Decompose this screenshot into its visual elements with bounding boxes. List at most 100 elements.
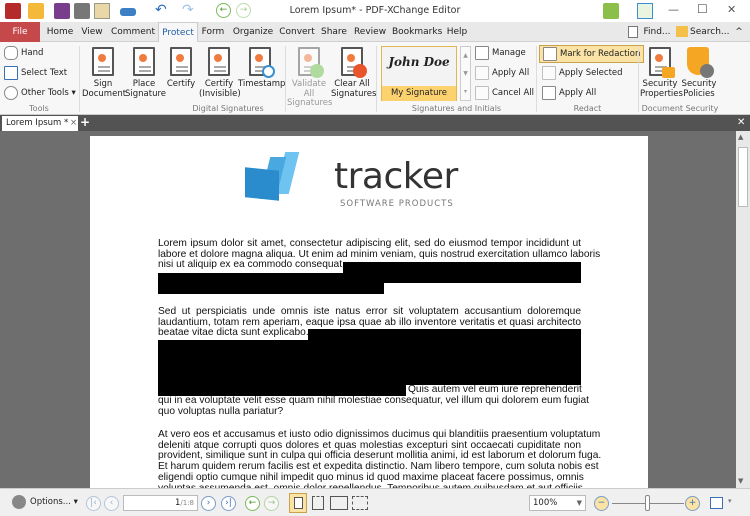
cancel-all-signatures-button[interactable]: Cancel All xyxy=(475,84,534,102)
open-folder-icon[interactable] xyxy=(28,3,44,19)
cancel-all-icon xyxy=(475,85,489,100)
close-document-icon[interactable]: ✕ xyxy=(737,115,745,131)
pdf-page[interactable]: tracker SOFTWARE PRODUCTS Lorem ipsum do… xyxy=(90,136,648,496)
vertical-scrollbar[interactable]: ▲ ▼ xyxy=(736,131,750,488)
select-text-icon xyxy=(4,65,18,80)
page-number-input[interactable]: 1/1:8 xyxy=(123,495,198,511)
first-page-button[interactable]: |‹ xyxy=(86,496,101,511)
next-page-button[interactable]: › xyxy=(201,496,216,511)
page-layout-icon[interactable] xyxy=(710,497,723,509)
continuous-facing-view-button[interactable] xyxy=(352,496,368,510)
previous-page-button[interactable]: ‹ xyxy=(104,496,119,511)
signature-gallery-item[interactable]: John Doe My Signature xyxy=(381,46,457,101)
certify-button[interactable]: Certify xyxy=(164,46,198,90)
find-button[interactable]: Find... xyxy=(642,22,672,42)
continuous-view-button[interactable] xyxy=(312,496,324,510)
redaction-block[interactable] xyxy=(158,273,581,283)
single-page-view-button[interactable] xyxy=(289,493,307,513)
back-icon[interactable]: ← xyxy=(216,3,231,18)
tab-organize[interactable]: Organize xyxy=(231,22,275,42)
text-line: labore et dolore magna aliqua. Ut enim a… xyxy=(158,248,601,260)
redaction-block[interactable] xyxy=(158,340,581,385)
tab-form[interactable]: Form xyxy=(199,22,227,42)
document-tab[interactable]: Lorem Ipsum * × xyxy=(2,116,78,131)
zoom-slider-thumb[interactable] xyxy=(645,495,650,511)
save-icon[interactable] xyxy=(54,3,70,19)
minimize-button[interactable]: — xyxy=(668,3,679,16)
text-line: qui in ea voluptate velit esse quam nihi… xyxy=(158,395,589,406)
signature-name: My Signature xyxy=(382,86,456,101)
tab-comment[interactable]: Comment xyxy=(108,22,158,42)
redaction-block[interactable] xyxy=(308,329,581,340)
next-view-button[interactable]: → xyxy=(264,496,279,511)
tab-protect[interactable]: Protect xyxy=(158,22,198,43)
print-icon[interactable] xyxy=(74,3,90,19)
scroll-down-icon[interactable]: ▼ xyxy=(738,477,743,485)
place-signature-icon xyxy=(129,46,159,78)
find-icon xyxy=(628,26,638,38)
tab-file[interactable]: File xyxy=(0,22,40,42)
search-button[interactable]: Search... xyxy=(690,22,730,42)
tab-bookmarks[interactable]: Bookmarks xyxy=(392,22,442,42)
timestamp-button[interactable]: Timestamp xyxy=(238,46,285,90)
ui-options-icon[interactable] xyxy=(603,3,619,19)
validate-signatures-icon xyxy=(294,46,324,78)
layout-dropdown-icon[interactable]: ▾ xyxy=(728,497,732,505)
text-line: At vero eos et accusamus et iusto odio d… xyxy=(158,429,601,440)
zoom-out-button[interactable]: − xyxy=(594,496,609,511)
document-workspace: tracker SOFTWARE PRODUCTS Lorem ipsum do… xyxy=(0,131,750,496)
tab-view[interactable]: View xyxy=(78,22,106,42)
divider xyxy=(536,46,537,112)
certify-invisible-button[interactable]: Certify (Invisible) xyxy=(199,46,241,99)
zoom-select[interactable]: 100% ▼ xyxy=(529,495,586,511)
manage-signatures-button[interactable]: Manage xyxy=(475,44,526,62)
fullscreen-icon[interactable] xyxy=(637,3,653,19)
tab-review[interactable]: Review xyxy=(352,22,388,42)
security-policies-button[interactable]: Security Policies xyxy=(680,46,718,99)
group-label-redact: Redact xyxy=(573,104,602,113)
email-icon[interactable] xyxy=(94,3,110,19)
sign-document-button[interactable]: Sign Document xyxy=(82,46,126,99)
facing-view-button[interactable] xyxy=(330,496,348,510)
apply-all-redactions-button[interactable]: Apply All xyxy=(542,84,596,102)
redaction-block[interactable] xyxy=(158,283,384,294)
previous-view-button[interactable]: ← xyxy=(245,496,260,511)
redaction-block[interactable] xyxy=(343,262,581,273)
ribbon: Hand Select Text Other Tools ▾ Tools Sig… xyxy=(0,42,750,115)
select-text-button[interactable]: Select Text xyxy=(4,64,67,82)
tab-home[interactable]: Home xyxy=(44,22,76,42)
close-tab-icon[interactable]: × xyxy=(70,116,77,130)
last-page-button[interactable]: ›| xyxy=(221,496,236,511)
forward-icon[interactable]: → xyxy=(236,3,251,18)
collapse-ribbon-button[interactable]: ^ xyxy=(733,22,745,42)
other-tools-button[interactable]: Other Tools ▾ xyxy=(4,84,76,102)
apply-all-signatures-button[interactable]: Apply All xyxy=(475,64,529,82)
validate-all-signatures-button[interactable]: Validate All Signatures xyxy=(287,46,332,109)
hand-icon xyxy=(4,45,18,60)
redo-icon[interactable]: ↷ xyxy=(182,2,194,18)
zoom-in-button[interactable]: + xyxy=(685,496,700,511)
hand-tool-button[interactable]: Hand xyxy=(4,44,43,62)
text-line: Sed ut perspiciatis unde omnis iste natu… xyxy=(158,306,581,317)
clear-all-signatures-button[interactable]: Clear All Signatures xyxy=(331,46,376,99)
scroll-up-icon[interactable]: ▲ xyxy=(738,133,743,141)
scan-icon[interactable] xyxy=(120,8,136,16)
close-button[interactable]: ✕ xyxy=(727,3,736,16)
maximize-button[interactable]: ☐ xyxy=(697,2,708,16)
gallery-scroll[interactable]: ▲ ▼ ▾ xyxy=(460,46,471,101)
place-signature-button[interactable]: Place Signature xyxy=(125,46,166,99)
document-tab-bar: Lorem Ipsum * × + ✕ xyxy=(0,115,750,131)
tab-help[interactable]: Help xyxy=(444,22,470,42)
scrollbar-thumb[interactable] xyxy=(738,147,748,207)
mark-for-redaction-button[interactable]: Mark for Redaction xyxy=(539,45,645,63)
new-tab-button[interactable]: + xyxy=(80,115,90,130)
tab-share[interactable]: Share xyxy=(319,22,349,42)
clear-signatures-icon xyxy=(337,46,367,78)
tab-convert[interactable]: Convert xyxy=(279,22,315,42)
options-button[interactable]: Options... ▾ xyxy=(30,497,78,507)
undo-icon[interactable]: ↶ xyxy=(155,2,167,18)
search-folder-icon xyxy=(676,26,688,37)
apply-selected-redactions-button[interactable]: Apply Selected xyxy=(542,64,623,82)
apply-all-redactions-icon xyxy=(542,85,556,100)
security-properties-button[interactable]: Security Properties xyxy=(640,46,683,99)
